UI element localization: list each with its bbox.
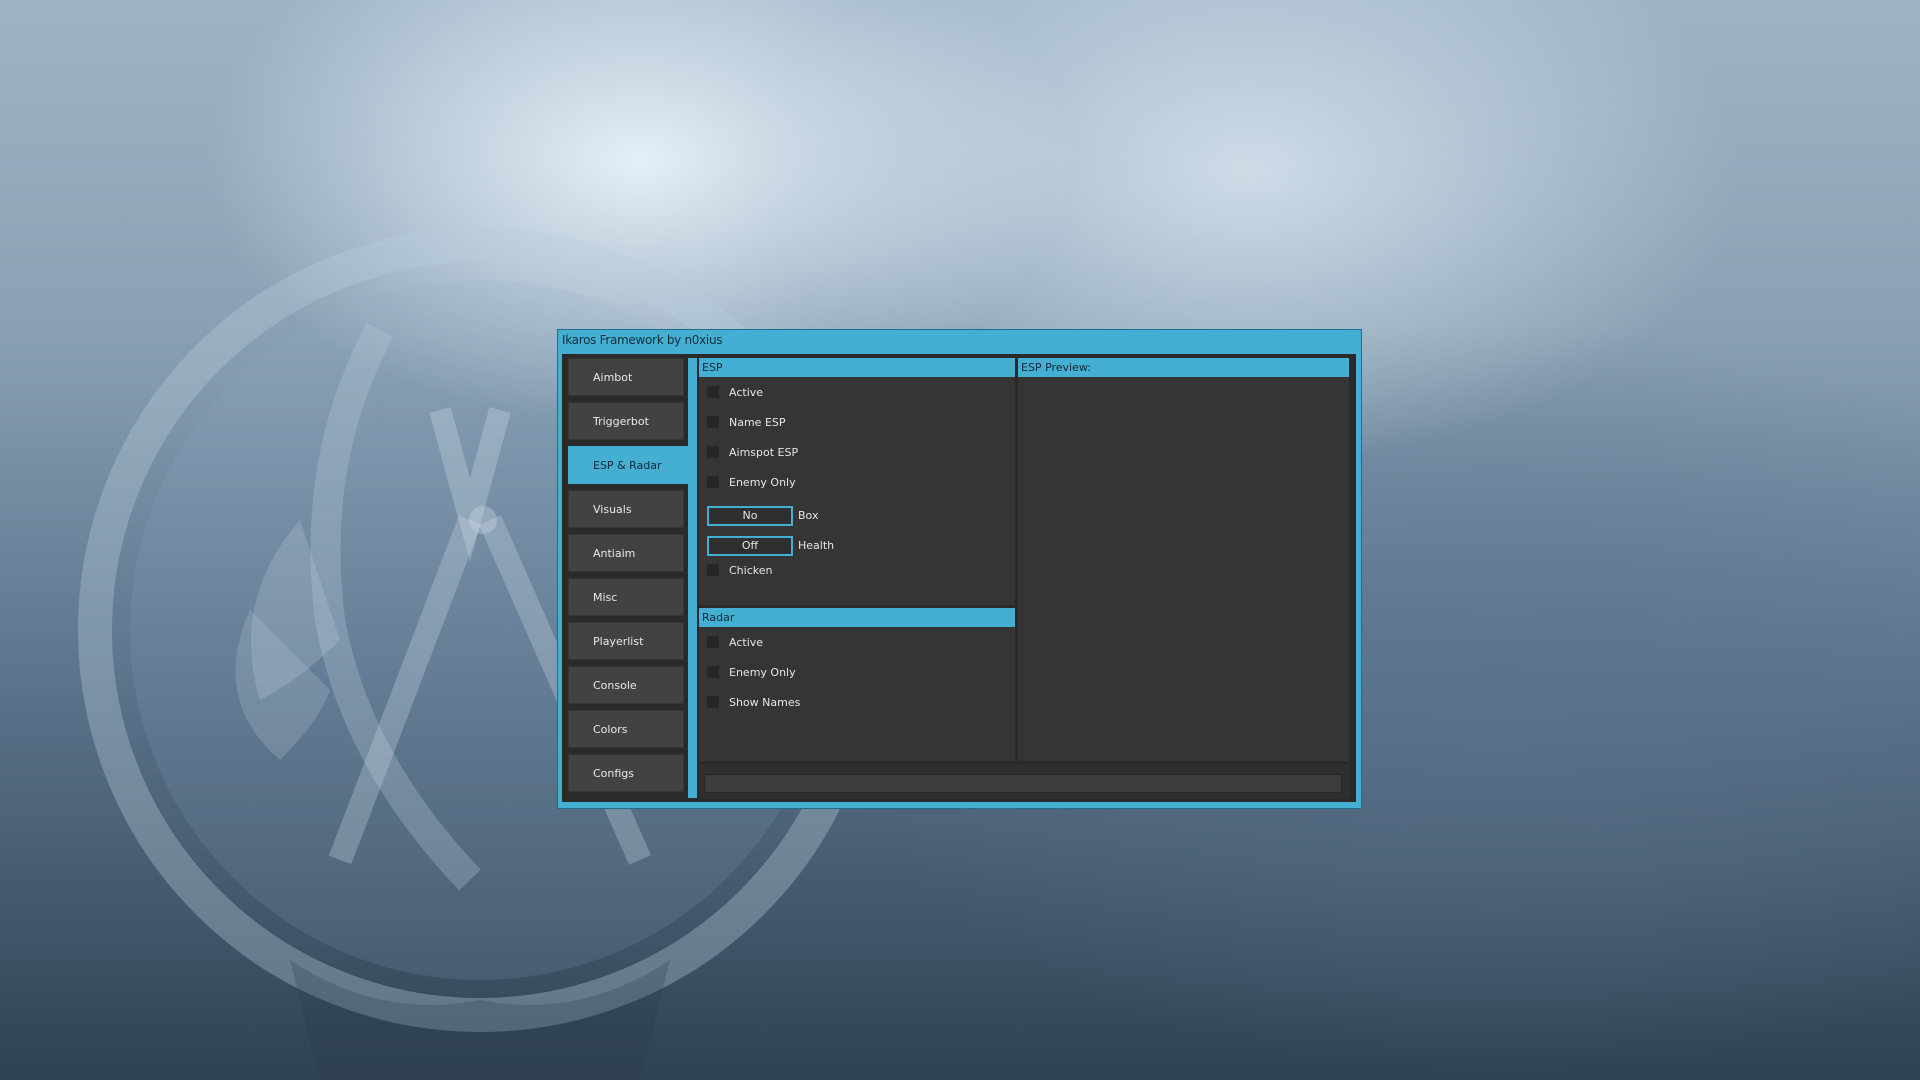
aimspot-esp-checkbox[interactable]: [707, 446, 719, 458]
radar-panel: Radar Active Enemy Only Show Names: [699, 608, 1015, 761]
show-names-checkbox[interactable]: [707, 696, 719, 708]
box-combo[interactable]: No: [707, 506, 793, 526]
radar-enemy-only-row: Enemy Only: [707, 665, 796, 681]
esp-active-checkbox[interactable]: [707, 386, 719, 398]
radar-header: Radar: [699, 608, 1015, 627]
name-esp-label: Name ESP: [729, 416, 786, 429]
bottom-input-field[interactable]: [704, 774, 1342, 793]
sidebar-item-antiaim[interactable]: Antiaim: [568, 534, 684, 572]
esp-enemy-only-label: Enemy Only: [729, 476, 796, 489]
sidebar-item-misc[interactable]: Misc: [568, 578, 684, 616]
esp-active-row: Active: [707, 385, 763, 401]
window-body: Aimbot Triggerbot ESP & Radar Visuals An…: [562, 354, 1356, 802]
sidebar-item-visuals[interactable]: Visuals: [568, 490, 684, 528]
esp-preview-panel: ESP Preview:: [1018, 358, 1349, 761]
health-label: Health: [798, 539, 835, 552]
sidebar-item-aimbot[interactable]: Aimbot: [568, 358, 684, 396]
radar-active-checkbox[interactable]: [707, 636, 719, 648]
esp-name-row: Name ESP: [707, 415, 786, 431]
radar-enemy-only-checkbox[interactable]: [707, 666, 719, 678]
esp-active-label: Active: [729, 386, 764, 399]
aimspot-esp-label: Aimspot ESP: [729, 446, 799, 459]
radar-active-row: Active: [707, 635, 763, 651]
esp-panel: ESP Active Name ESP Aimspot ESP Enemy On…: [699, 358, 1015, 605]
app-window: Ikaros Framework by n0xius Aimbot Trigge…: [557, 329, 1362, 809]
esp-header: ESP: [699, 358, 1015, 377]
sidebar-item-playerlist[interactable]: Playerlist: [568, 622, 684, 660]
chicken-checkbox[interactable]: [707, 564, 719, 576]
radar-show-names-row: Show Names: [707, 695, 800, 711]
esp-preview-header: ESP Preview:: [1018, 358, 1349, 377]
radar-enemy-only-label: Enemy Only: [729, 666, 796, 679]
sidebar-item-configs[interactable]: Configs: [568, 754, 684, 792]
name-esp-checkbox[interactable]: [707, 416, 719, 428]
bottom-bar: [699, 764, 1349, 798]
esp-enemy-only-checkbox[interactable]: [707, 476, 719, 488]
radar-active-label: Active: [729, 636, 764, 649]
box-label: Box: [798, 509, 819, 522]
chicken-label: Chicken: [729, 564, 773, 577]
esp-enemy-only-row: Enemy Only: [707, 475, 796, 491]
esp-chicken-row: Chicken: [707, 563, 772, 579]
sidebar-item-colors[interactable]: Colors: [568, 710, 684, 748]
sidebar-item-esp-radar[interactable]: ESP & Radar: [568, 446, 689, 484]
window-title: Ikaros Framework by n0xius: [562, 333, 723, 347]
esp-aimspot-row: Aimspot ESP: [707, 445, 798, 461]
health-combo[interactable]: Off: [707, 536, 793, 556]
show-names-label: Show Names: [729, 696, 801, 709]
sidebar-item-console[interactable]: Console: [568, 666, 684, 704]
sidebar-item-triggerbot[interactable]: Triggerbot: [568, 402, 684, 440]
sidebar-separator: [688, 358, 697, 798]
